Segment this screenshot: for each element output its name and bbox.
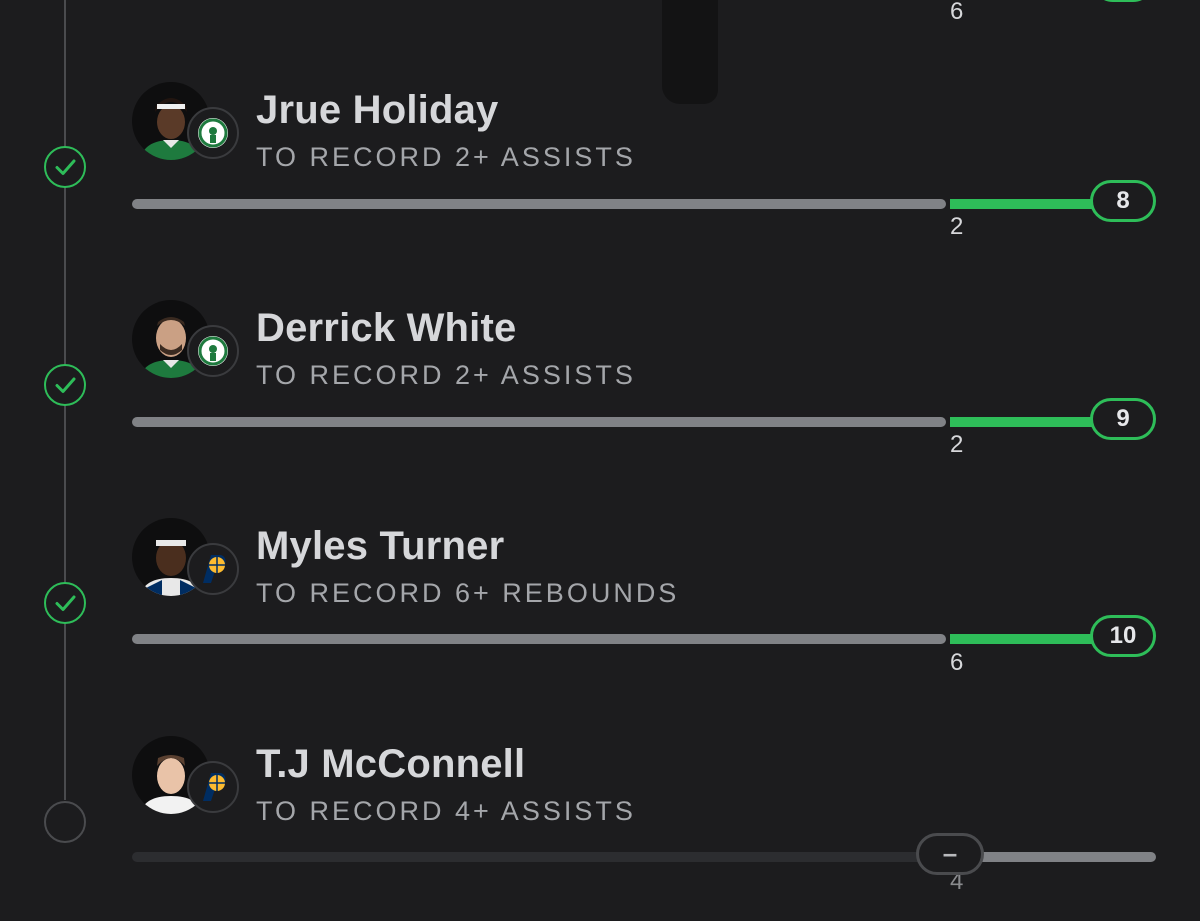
- prop-description: TO RECORD 2+ ASSISTS: [256, 360, 636, 390]
- prop-description: TO RECORD 6+ REBOUNDS: [256, 578, 680, 608]
- current-stat-pill: 10: [1090, 615, 1156, 657]
- current-stat-pill: 9: [1090, 398, 1156, 440]
- progress-track: [132, 417, 946, 427]
- line-value-label: 6: [950, 649, 964, 676]
- line-value-label: 2: [950, 213, 964, 240]
- line-value-label: 2: [950, 431, 964, 458]
- celtics-logo-icon: [187, 325, 239, 377]
- parlay-leg[interactable]: T.J McConnell TO RECORD 4+ ASSISTS 4 –: [0, 0, 1200, 895]
- progress-track: [132, 634, 946, 644]
- pacers-logo-icon: [187, 761, 239, 813]
- prop-description: TO RECORD 4+ ASSISTS: [256, 796, 636, 826]
- empty-circle-icon: [44, 801, 86, 843]
- check-circle-icon: [44, 364, 86, 406]
- parlay-legs-screen: 6 Jrue Holiday TO RECORD 2+ ASSISTS 8 2 …: [0, 0, 1200, 921]
- progress-fill: [950, 199, 1100, 209]
- progress-fill: [950, 417, 1100, 427]
- check-circle-icon: [44, 582, 86, 624]
- current-stat-pill: –: [916, 833, 984, 875]
- player-name: Myles Turner: [256, 524, 505, 568]
- progress-track: [132, 199, 946, 209]
- player-name: Derrick White: [256, 306, 517, 350]
- pacers-logo-icon: [187, 543, 239, 595]
- progress-track: [132, 852, 932, 862]
- player-name: T.J McConnell: [256, 742, 526, 786]
- progress-fill: [950, 634, 1100, 644]
